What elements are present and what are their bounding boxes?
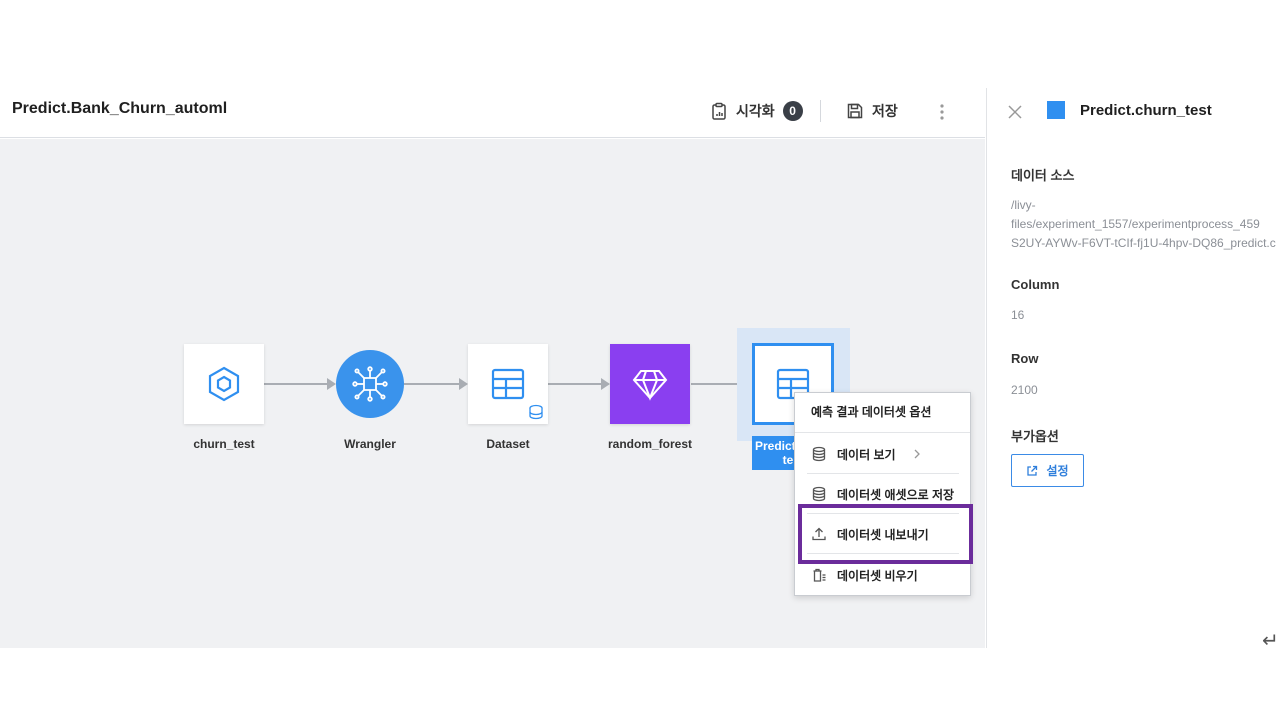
external-link-icon — [1027, 465, 1038, 476]
data-source-heading: 데이터 소스 — [1011, 168, 1075, 183]
visualize-count-badge: 0 — [782, 101, 803, 121]
menu-item-label: 데이터셋 비우기 — [837, 568, 918, 583]
node-label: random_forest — [607, 437, 693, 451]
edge-arrow — [548, 378, 610, 390]
menu-item-label: 데이터셋 애셋으로 저장 — [837, 487, 955, 502]
workflow-header: Predict.Bank_Churn_automl 시각화 0 저장 — [0, 88, 985, 138]
context-menu: 예측 결과 데이터셋 옵션 데이터 보기 데이터셋 애셋으로 저장 데이터셋 내… — [794, 392, 971, 596]
node-box[interactable] — [468, 344, 548, 424]
data-source-path: /livy- files/experiment_1557/experimentp… — [1011, 196, 1280, 253]
settings-button[interactable]: 설정 — [1011, 454, 1084, 487]
upload-icon — [812, 527, 826, 541]
wrangler-icon — [352, 366, 388, 402]
hexagon-icon — [208, 366, 240, 402]
return-arrow-icon: ↵ — [1262, 630, 1279, 652]
database-icon — [812, 446, 826, 462]
header-divider — [820, 100, 821, 122]
edge-arrow — [404, 378, 468, 390]
menu-item-label: 데이터셋 내보내기 — [837, 527, 929, 542]
table-icon — [491, 368, 525, 400]
close-panel-button[interactable] — [1005, 102, 1025, 122]
settings-label: 설정 — [1046, 464, 1069, 478]
database-badge-icon — [529, 404, 543, 420]
path-line: S2UY-AYWv-F6VT-tCIf-fj1U-4hpv-DQ86_predi… — [1011, 236, 1276, 250]
save-icon — [847, 103, 863, 119]
node-label: churn_test — [193, 437, 255, 451]
menu-item-label: 데이터 보기 — [837, 447, 896, 462]
save-label: 저장 — [872, 103, 898, 119]
node-color-swatch — [1047, 101, 1065, 119]
save-button[interactable]: 저장 — [846, 98, 898, 124]
menu-item-view-data[interactable]: 데이터 보기 — [795, 434, 970, 474]
row-value: 2100 — [1011, 383, 1038, 397]
menu-item-export-dataset[interactable]: 데이터셋 내보내기 — [795, 514, 970, 554]
menu-divider — [807, 553, 959, 554]
clipboard-icon — [712, 102, 726, 120]
path-line: /livy- — [1011, 198, 1036, 212]
app-window: Predict.Bank_Churn_automl 시각화 0 저장 churn… — [0, 0, 1280, 720]
more-options-button[interactable] — [932, 100, 952, 124]
trash-icon — [813, 568, 826, 582]
diamond-icon — [632, 370, 668, 401]
visualize-label: 시각화 — [736, 103, 775, 119]
column-heading: Column — [1011, 277, 1060, 292]
menu-item-save-as-asset[interactable]: 데이터셋 애셋으로 저장 — [795, 474, 970, 514]
kebab-menu-icon — [940, 104, 944, 120]
database-icon — [812, 486, 826, 502]
node-circle[interactable] — [336, 350, 404, 418]
chevron-right-icon — [914, 449, 920, 459]
node-label: Dataset — [486, 437, 530, 451]
row-heading: Row — [1011, 351, 1039, 366]
menu-item-clear-dataset[interactable]: 데이터셋 비우기 — [795, 555, 970, 595]
properties-panel: Predict.churn_test 데이터 소스 /livy- files/e… — [986, 88, 1280, 648]
extra-options-heading: 부가옵션 — [1011, 429, 1059, 444]
context-menu-header: 예측 결과 데이터셋 옵션 — [795, 393, 970, 433]
edge-arrow — [264, 378, 336, 390]
column-value: 16 — [1011, 308, 1025, 322]
panel-title: Predict.churn_test — [1080, 102, 1212, 119]
node-box[interactable] — [610, 344, 690, 424]
workflow-title: Predict.Bank_Churn_automl — [12, 100, 228, 117]
close-icon — [1008, 105, 1022, 119]
node-box[interactable] — [184, 344, 264, 424]
node-label: Wrangler — [344, 437, 396, 451]
visualize-button[interactable]: 시각화 0 — [710, 98, 803, 124]
path-line: files/experiment_1557/experimentprocess_… — [1011, 217, 1260, 231]
